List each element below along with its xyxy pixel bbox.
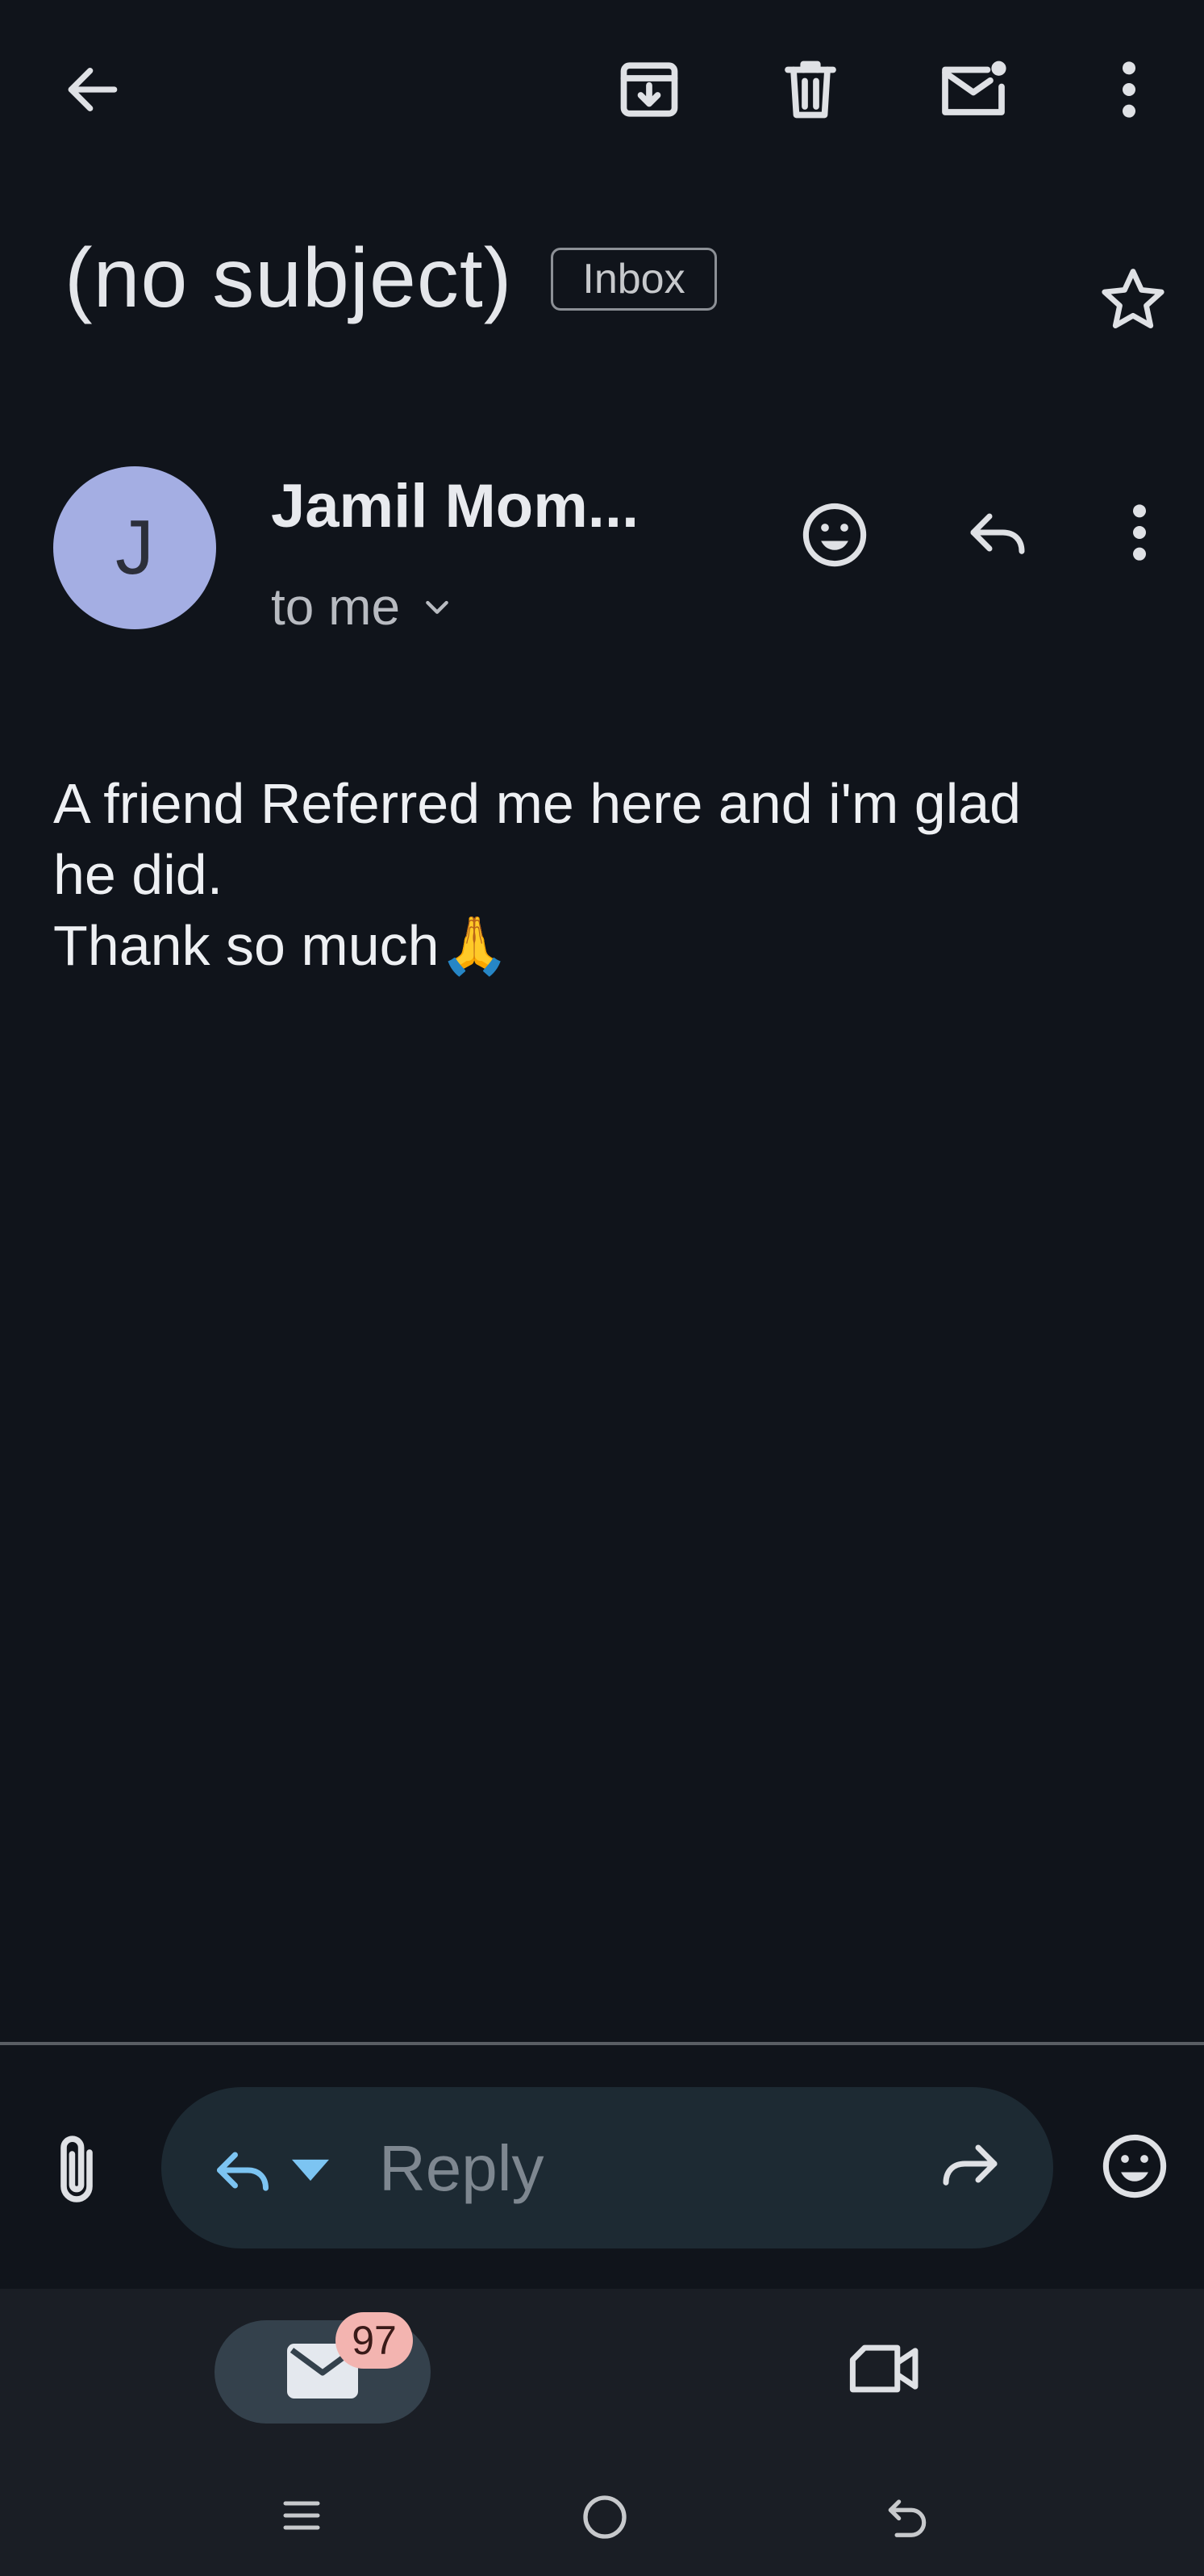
sender-avatar[interactable]: J — [53, 466, 216, 629]
more-vert-icon — [1117, 57, 1141, 122]
react-emoji-button[interactable] — [798, 499, 879, 579]
arrow-left-icon — [60, 57, 125, 122]
attach-button[interactable] — [48, 2130, 108, 2211]
nav-meet-tab[interactable] — [847, 2336, 944, 2409]
message-text: Thank so much — [53, 914, 440, 977]
back-icon — [882, 2491, 939, 2541]
reply-input[interactable]: Reply — [379, 2130, 544, 2207]
email-subject: (no subject) — [65, 232, 513, 325]
smiley-icon — [1098, 2130, 1176, 2202]
delete-button[interactable] — [766, 45, 855, 134]
star-outline-icon — [1097, 263, 1173, 336]
archive-button[interactable] — [605, 45, 694, 134]
back-button[interactable] — [48, 45, 137, 134]
forward-button[interactable] — [935, 2131, 1013, 2209]
message-body: A friend Referred me here and i'm glad h… — [53, 768, 1166, 981]
reply-icon — [208, 2140, 277, 2201]
sender-name[interactable]: Jamil Mom... — [271, 468, 639, 545]
video-camera-icon — [847, 2336, 944, 2401]
folded-hands-emoji: 🙏 — [439, 912, 510, 979]
chevron-down-icon — [421, 591, 453, 623]
recipient-label: to me — [271, 578, 401, 636]
message-line: Thank so much🙏 — [53, 910, 1166, 981]
system-home-button[interactable] — [579, 2491, 635, 2548]
system-recents-button[interactable] — [277, 2491, 334, 2548]
paperclip-icon — [48, 2130, 108, 2207]
mail-unread-icon — [936, 56, 1010, 123]
star-button[interactable] — [1097, 263, 1173, 339]
smiley-icon — [798, 499, 879, 571]
trash-icon — [777, 56, 844, 123]
more-options-button[interactable] — [1085, 45, 1173, 134]
divider — [0, 2042, 1204, 2045]
home-circle-icon — [579, 2491, 635, 2543]
caret-down-icon — [292, 2158, 329, 2182]
more-vert-icon — [1127, 500, 1160, 565]
reply-icon — [963, 500, 1044, 565]
unread-count-badge: 97 — [335, 2312, 413, 2369]
archive-icon — [615, 56, 683, 123]
mark-unread-button[interactable] — [929, 45, 1018, 134]
message-more-button[interactable] — [1127, 500, 1160, 573]
recents-icon — [277, 2491, 334, 2540]
reply-button[interactable] — [963, 500, 1044, 573]
message-line: he did. — [53, 843, 223, 906]
emoji-reaction-button[interactable] — [1098, 2130, 1176, 2207]
recipient-details[interactable]: to me — [271, 574, 453, 639]
reply-type-selector[interactable] — [208, 2130, 361, 2211]
message-line: A friend Referred me here and i'm glad — [53, 772, 1022, 835]
forward-icon — [935, 2131, 1013, 2196]
inbox-label-chip[interactable]: Inbox — [551, 248, 717, 311]
system-back-button[interactable] — [882, 2491, 939, 2548]
